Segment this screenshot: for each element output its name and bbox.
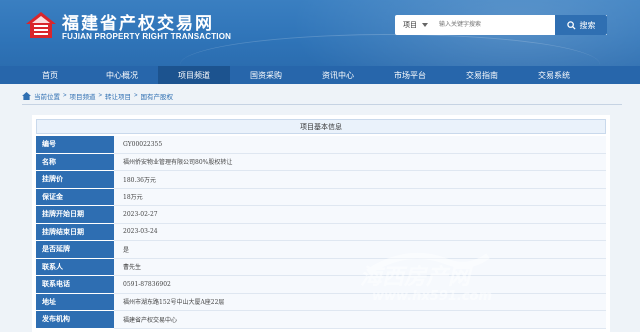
table-row: 挂牌价 180.36万元 [36, 171, 606, 189]
table-row: 名称 福州侨安物业管理有限公司80%股权转让 [36, 153, 606, 171]
breadcrumb-item-projects[interactable]: 项目频道 [70, 91, 96, 101]
breadcrumb-item-transfer[interactable]: 转让项目 [105, 91, 131, 101]
home-icon [22, 92, 31, 100]
row-label: 挂牌价 [36, 171, 114, 189]
row-label: 保证金 [36, 188, 114, 206]
breadcrumb: 当前位置 > 项目频道 > 转让项目 > 国有产股权 [22, 90, 173, 102]
row-label: 挂牌开始日期 [36, 206, 114, 224]
table-row: 地址 福州市湖东路152号中山大厦A座22层 [36, 293, 606, 311]
row-value: 2023-03-24 [114, 223, 606, 241]
table-row: 挂牌开始日期 2023-02-27 [36, 206, 606, 224]
row-value: GY00022355 [114, 136, 606, 154]
site-subtitle: FUJIAN PROPERTY RIGHT TRANSACTION [62, 32, 232, 41]
site-header: 福建省产权交易网 FUJIAN PROPERTY RIGHT TRANSACTI… [0, 0, 640, 66]
row-label: 联系人 [36, 258, 114, 276]
table-row: 联系电话 0591-87836902 [36, 276, 606, 294]
nav-item-system[interactable]: 交易系统 [518, 66, 590, 84]
row-value: 2023-02-27 [114, 206, 606, 224]
nav-item-home[interactable]: 首页 [14, 66, 86, 84]
table-row: 发布机构 福建省产权交易中心 [36, 311, 606, 329]
main-nav: 首页 中心概况 项目频道 国资采购 资讯中心 市场平台 交易指南 交易系统 [0, 66, 640, 84]
watermark-logo: 海西房产网 www.hx591.com [360, 252, 492, 304]
table-row: 联系人 曹先生 [36, 258, 606, 276]
breadcrumb-current-location: 当前位置 [34, 94, 60, 101]
row-label: 联系电话 [36, 276, 114, 294]
breadcrumb-separator-icon: > [98, 93, 103, 99]
house-logo-icon[interactable] [24, 10, 58, 40]
table-row: 保证金 18万元 [36, 188, 606, 206]
panel-title: 项目基本信息 [36, 119, 606, 134]
row-value: 福建省产权交易中心 [114, 311, 606, 329]
row-label: 发布机构 [36, 311, 114, 329]
chevron-down-icon [422, 23, 428, 27]
nav-item-guide[interactable]: 交易指南 [446, 66, 518, 84]
search-bar: 项目 搜索 [395, 15, 607, 35]
row-value: 福州侨安物业管理有限公司80%股权转让 [114, 153, 606, 171]
table-row: 是否延牌是 [36, 241, 606, 259]
site-title[interactable]: 福建省产权交易网 [62, 9, 214, 34]
breadcrumb-separator-icon: > [134, 93, 138, 99]
row-value: 180.36万元 [114, 171, 606, 189]
watermark-text: 海西房产网 [360, 265, 473, 290]
row-label: 挂牌结束日期 [36, 223, 114, 241]
nav-item-procurement[interactable]: 国资采购 [230, 66, 302, 84]
table-row: 编号 GY00022355 [36, 136, 606, 154]
nav-item-about[interactable]: 中心概况 [86, 66, 158, 84]
breadcrumb-separator-icon: > [63, 93, 67, 99]
row-value: 18万元 [114, 188, 606, 206]
project-info-panel: 项目基本信息 编号 GY00022355 名称 福州侨安物业管理有限公司80%股权转… [32, 115, 610, 332]
search-type-select[interactable]: 项目 [395, 20, 431, 30]
row-label: 名称 [36, 153, 114, 171]
nav-item-news[interactable]: 资讯中心 [302, 66, 374, 84]
table-row: 挂牌结束日期 2023-03-24 [36, 223, 606, 241]
nav-item-market[interactable]: 市场平台 [374, 66, 446, 84]
breadcrumb-item-equity[interactable]: 国有产股权 [141, 91, 174, 101]
search-type-label: 项目 [403, 22, 417, 29]
nav-item-projects[interactable]: 项目频道 [158, 66, 230, 84]
breadcrumb-divider [22, 104, 622, 105]
search-icon [566, 20, 576, 30]
watermark-url: www.hx591.com [372, 289, 492, 304]
search-button[interactable]: 搜索 [555, 15, 607, 35]
row-label: 地址 [36, 293, 114, 311]
row-label: 是否延牌 [36, 241, 114, 259]
row-label: 编号 [36, 136, 114, 154]
info-table: 编号 GY00022355 名称 福州侨安物业管理有限公司80%股权转让 挂牌价 18… [36, 136, 606, 329]
search-button-label: 搜索 [579, 20, 596, 30]
